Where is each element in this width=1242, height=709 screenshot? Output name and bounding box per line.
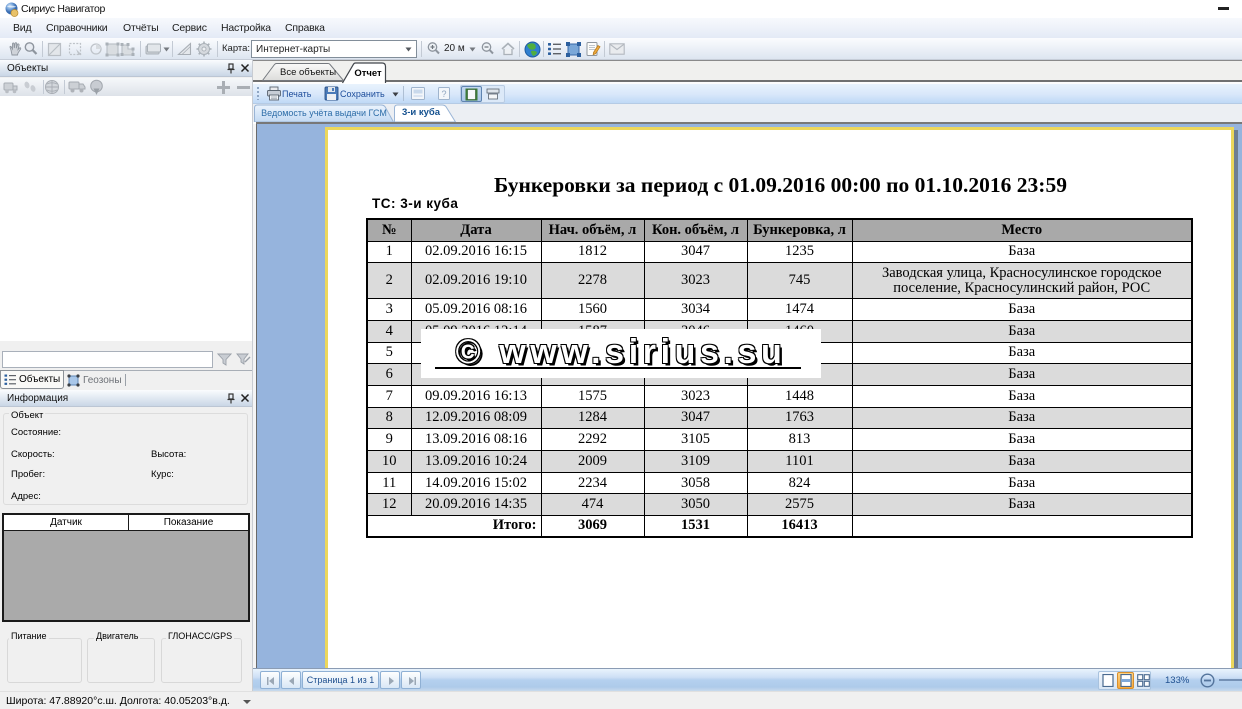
svg-text:?: ? — [441, 89, 446, 99]
